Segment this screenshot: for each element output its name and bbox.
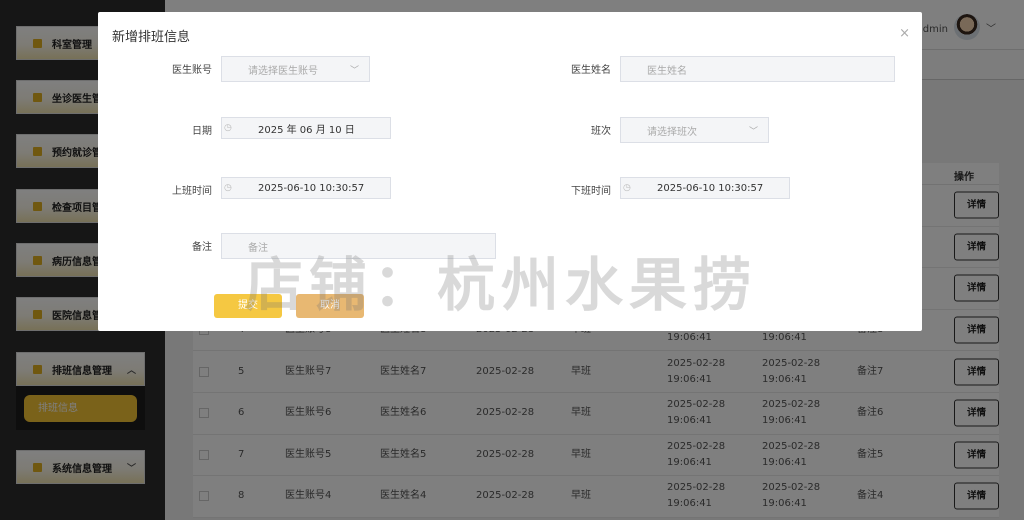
submit-button[interactable]: 提交 — [214, 294, 282, 318]
start-time-value: 2025-06-10 10:30:57 — [258, 182, 365, 194]
start-time-label: 上班时间 — [172, 186, 212, 197]
doctor-account-label: 医生账号 — [172, 65, 212, 76]
note-input[interactable]: 备注 — [221, 233, 496, 259]
clock-icon: ◷ — [224, 183, 232, 193]
start-time-picker[interactable]: ◷ 2025-06-10 10:30:57 — [221, 177, 391, 199]
placeholder: 备注 — [248, 242, 268, 254]
clock-icon: ◷ — [623, 183, 631, 193]
close-icon[interactable]: × — [899, 26, 910, 41]
date-label: 日期 — [192, 126, 212, 137]
date-value: 2025 年 06 月 10 日 — [258, 124, 355, 136]
cancel-button[interactable]: 取消 — [296, 294, 364, 318]
doctor-name-input[interactable]: 医生姓名 — [620, 56, 895, 82]
shift-label: 班次 — [591, 126, 611, 137]
add-schedule-dialog: 新增排班信息 × 医生账号 请选择医生账号 ﹀ 医生姓名 医生姓名 日期 ◷ 202… — [98, 12, 922, 331]
placeholder: 请选择医生账号 — [248, 65, 318, 77]
dialog-title: 新增排班信息 — [112, 30, 191, 45]
date-picker[interactable]: ◷ 2025 年 06 月 10 日 — [221, 117, 391, 139]
placeholder: 医生姓名 — [647, 65, 687, 77]
doctor-account-select[interactable]: 请选择医生账号 ﹀ — [221, 56, 370, 82]
chevron-down-icon: ﹀ — [349, 65, 359, 76]
note-label: 备注 — [192, 242, 212, 253]
end-time-picker[interactable]: ◷ 2025-06-10 10:30:57 — [620, 177, 790, 199]
doctor-name-label: 医生姓名 — [571, 65, 611, 76]
placeholder: 请选择班次 — [647, 126, 697, 138]
end-time-value: 2025-06-10 10:30:57 — [657, 182, 764, 194]
chevron-down-icon: ﹀ — [748, 126, 758, 137]
end-time-label: 下班时间 — [571, 186, 611, 197]
clock-icon: ◷ — [224, 123, 232, 133]
shift-select[interactable]: 请选择班次 ﹀ — [620, 117, 769, 143]
